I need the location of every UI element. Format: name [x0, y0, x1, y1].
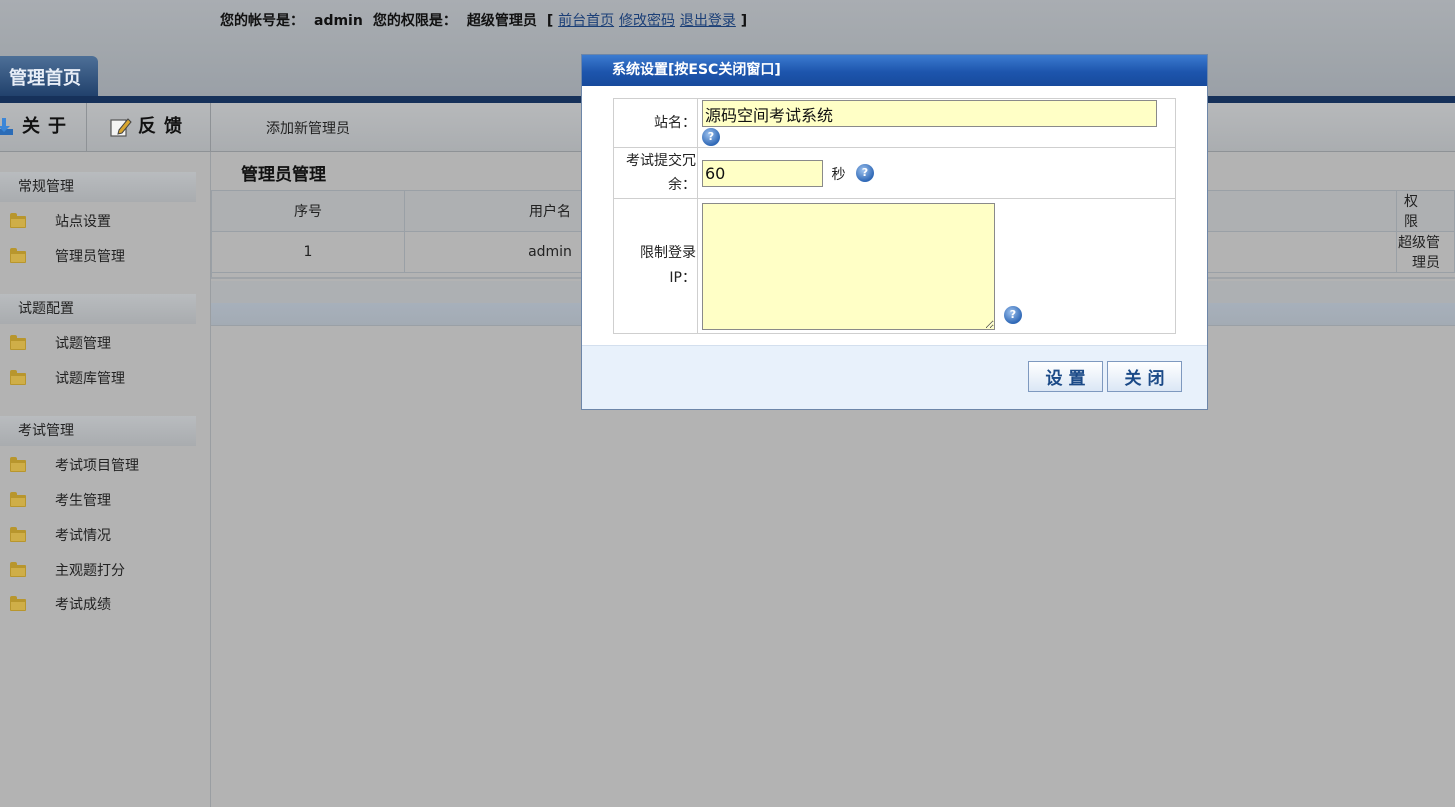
sidebar-item-label: 管理员管理: [55, 249, 125, 265]
sidebar-group-questions[interactable]: 试题配置: [0, 294, 196, 324]
role-value: 超级管理员: [466, 13, 537, 29]
help-icon[interactable]: ?: [702, 128, 720, 146]
sidebar-item-label: 主观题打分: [55, 563, 125, 579]
sidebar-item-label: 考试情况: [55, 528, 111, 544]
feedback-button[interactable]: 反馈: [88, 103, 211, 151]
folder-icon: [10, 457, 26, 472]
folder-icon: [10, 370, 26, 385]
page-title: 管理员管理: [241, 165, 326, 185]
folder-icon: [10, 562, 26, 577]
sidebar-item-exam-projects[interactable]: 考试项目管理: [0, 451, 210, 481]
sidebar-item-exam-scores[interactable]: 考试成绩: [0, 590, 210, 620]
sidebar-item-label: 考试成绩: [55, 597, 111, 613]
link-logout[interactable]: 退出登录: [680, 13, 736, 29]
form-row-ip-restrict: 限制登录IP： ?: [613, 198, 1176, 334]
dialog-footer: 设置 关闭: [582, 345, 1207, 409]
link-frontpage[interactable]: 前台首页: [558, 13, 614, 29]
folder-icon: [10, 527, 26, 542]
seconds-unit: 秒: [831, 166, 846, 183]
add-admin-link[interactable]: 添加新管理员: [266, 103, 350, 155]
column-header-role: 权限: [1396, 190, 1455, 232]
tab-admin-home[interactable]: 管理首页: [0, 56, 98, 98]
folder-icon: [10, 213, 26, 228]
sidebar-item-label: 考试项目管理: [55, 458, 139, 474]
submit-redundancy-input[interactable]: [702, 159, 823, 187]
role-label: 您的权限是：: [372, 13, 457, 29]
sidebar-item-subjective-grading[interactable]: 主观题打分: [0, 556, 210, 586]
sidebar-item-label: 考生管理: [55, 493, 111, 509]
sidebar-item-label: 试题库管理: [55, 371, 125, 387]
sidebar-item-question-manage[interactable]: 试题管理: [0, 329, 210, 359]
site-name-label: 站名：: [613, 98, 698, 148]
link-change-password[interactable]: 修改密码: [619, 13, 675, 29]
form-row-site-name: 站名： ?: [613, 98, 1176, 148]
sidebar: 常规管理 站点设置 管理员管理 试题配置 试题管理 试题库管理 考试管理 考试项…: [0, 152, 211, 807]
help-icon[interactable]: ?: [1004, 306, 1022, 324]
folder-icon: [10, 596, 26, 611]
bracket-open: [: [546, 13, 554, 29]
sidebar-item-question-bank[interactable]: 试题库管理: [0, 364, 210, 394]
ip-restrict-textarea[interactable]: [702, 202, 995, 330]
close-button[interactable]: 关闭: [1107, 361, 1182, 392]
sidebar-item-label: 试题管理: [55, 336, 111, 352]
ip-restrict-label: 限制登录IP：: [613, 198, 698, 334]
folder-icon: [10, 335, 26, 350]
sidebar-item-label: 站点设置: [55, 214, 111, 230]
account-value: admin: [314, 13, 363, 29]
dialog-title[interactable]: 系统设置[按ESC关闭窗口]: [582, 55, 1207, 86]
download-icon: [0, 118, 13, 135]
form-row-submit-redundancy: 考试提交冗余： 秒 ?: [613, 147, 1176, 199]
site-name-input[interactable]: [702, 100, 1157, 127]
settings-dialog: 系统设置[按ESC关闭窗口] 站名： ? 考试提交冗余： 秒 ? 限制登录IP：: [581, 54, 1208, 410]
bracket-close: ]: [740, 13, 748, 29]
sidebar-item-exam-status[interactable]: 考试情况: [0, 521, 210, 551]
about-button[interactable]: 关于: [0, 103, 87, 151]
edit-icon: [110, 118, 132, 137]
sidebar-group-exams[interactable]: 考试管理: [0, 416, 196, 446]
folder-icon: [10, 248, 26, 263]
about-label: 关于: [22, 116, 74, 137]
feedback-label: 反馈: [138, 116, 190, 137]
sidebar-group-general[interactable]: 常规管理: [0, 172, 196, 202]
column-header-index: 序号: [211, 190, 405, 232]
folder-icon: [10, 492, 26, 507]
account-label: 您的帐号是：: [220, 13, 304, 29]
set-button[interactable]: 设置: [1028, 361, 1103, 392]
sidebar-item-admin-manage[interactable]: 管理员管理: [0, 242, 210, 272]
sidebar-item-site-settings[interactable]: 站点设置: [0, 207, 210, 237]
submit-redundancy-label: 考试提交冗余：: [613, 147, 698, 199]
account-info: 您的帐号是： admin 您的权限是： 超级管理员 [ 前台首页 修改密码 退出登录 ]: [220, 10, 747, 30]
help-icon[interactable]: ?: [855, 163, 874, 182]
settings-form: 站名： ? 考试提交冗余： 秒 ? 限制登录IP： ?: [613, 98, 1176, 334]
sidebar-item-examinees[interactable]: 考生管理: [0, 486, 210, 516]
